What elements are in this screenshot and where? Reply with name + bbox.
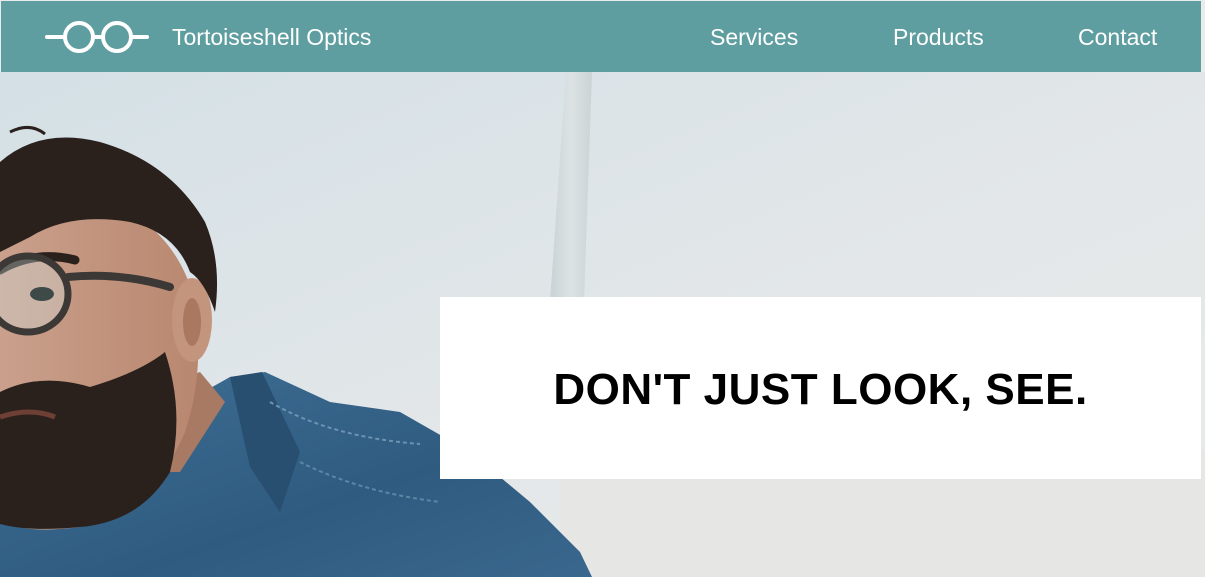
hero-tagline: DON'T JUST LOOK, SEE. <box>553 365 1088 414</box>
tagline-box: DON'T JUST LOOK, SEE. <box>440 297 1201 479</box>
brand-name-link[interactable]: Tortoiseshell Optics <box>172 23 371 51</box>
nav-contact-link[interactable]: Contact <box>1078 23 1157 51</box>
nav-services-link[interactable]: Services <box>710 23 798 51</box>
top-navbar: Tortoiseshell Optics Services Products C… <box>1 1 1201 72</box>
nav-products-link[interactable]: Products <box>893 23 984 51</box>
hero-section: DON'T JUST LOOK, SEE. <box>0 72 1205 577</box>
eyeglasses-icon[interactable] <box>45 18 149 56</box>
page: Tortoiseshell Optics Services Products C… <box>0 0 1205 577</box>
